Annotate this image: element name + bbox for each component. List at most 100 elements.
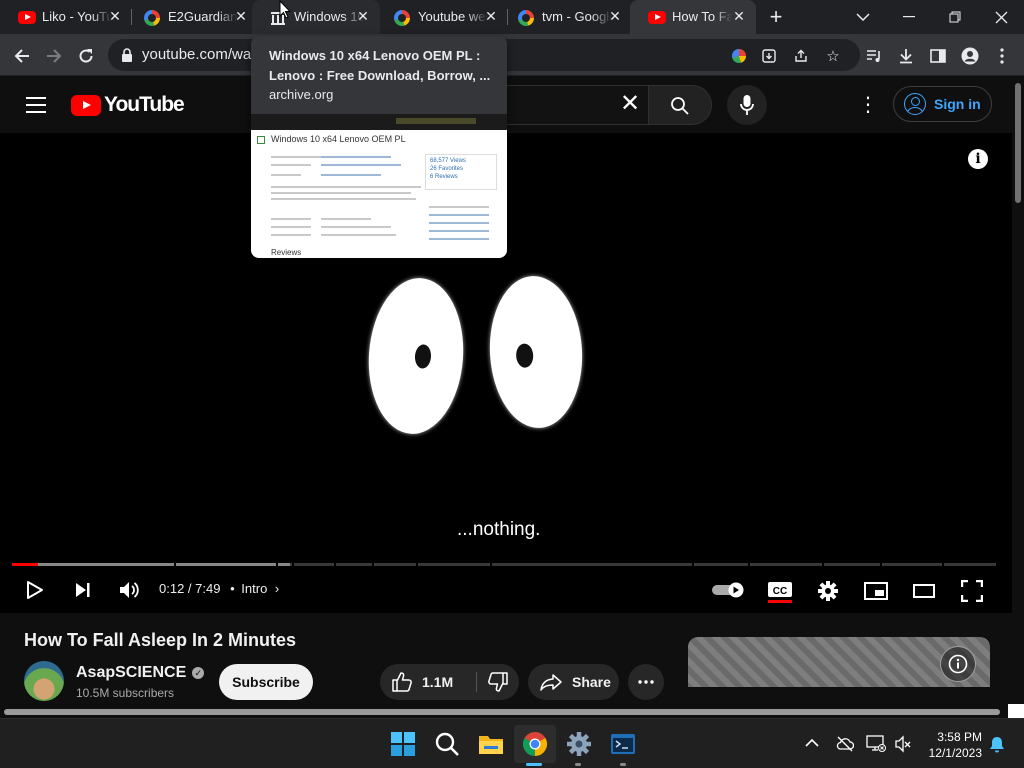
channel-avatar[interactable]	[24, 661, 64, 701]
vertical-scrollbar[interactable]	[1012, 77, 1024, 706]
close-icon[interactable]: ✕	[606, 7, 624, 25]
tab-windows-lenovo[interactable]: Windows 10 x64 Lenovo OEM PL ✕	[252, 0, 380, 34]
play-button[interactable]	[22, 577, 48, 603]
tab-liko-youtube[interactable]: Liko - YouTube ✕	[0, 0, 132, 34]
close-icon[interactable]: ✕	[482, 7, 500, 25]
reload-button[interactable]	[72, 42, 100, 70]
scrollbar-thumb[interactable]	[4, 709, 1000, 715]
preview-text-line	[271, 186, 421, 188]
minimize-button[interactable]	[886, 0, 932, 34]
terminal-icon[interactable]	[610, 731, 636, 757]
clear-search-icon[interactable]: ✕	[618, 92, 642, 117]
downloads-button[interactable]	[892, 42, 920, 70]
miniplayer-button[interactable]	[862, 578, 890, 604]
arrow-right-icon	[47, 49, 62, 63]
system-clock[interactable]: 3:58 PM 12/1/2023	[926, 729, 982, 761]
profile-button[interactable]	[956, 42, 984, 70]
close-icon[interactable]: ✕	[106, 7, 124, 25]
theater-mode-icon	[913, 584, 935, 598]
onedrive-offline-icon[interactable]	[836, 736, 854, 752]
preview-text-line	[429, 206, 489, 208]
channel-name[interactable]: AsapSCIENCE ✓	[76, 664, 205, 682]
tab-search-button[interactable]	[840, 0, 886, 34]
close-icon[interactable]: ✕	[232, 7, 250, 25]
arrow-left-icon	[14, 49, 29, 63]
media-controls-button[interactable]	[860, 42, 888, 70]
mute-button[interactable]	[116, 577, 142, 603]
browser-menu-button[interactable]	[988, 42, 1016, 70]
cartoon-eye-right	[486, 273, 586, 431]
youtube-icon	[648, 11, 666, 24]
more-actions-button[interactable]	[628, 664, 664, 700]
subscribe-button[interactable]: Subscribe	[219, 664, 313, 700]
voice-search-button[interactable]	[727, 85, 767, 125]
search-button[interactable]	[648, 85, 712, 125]
tab-title: E2Guardian	[168, 9, 238, 24]
subtitles-button[interactable]: CC	[766, 579, 794, 605]
preview-text-line	[271, 192, 411, 194]
new-tab-button[interactable]: +	[762, 3, 790, 31]
settings-icon[interactable]	[566, 731, 592, 757]
search-icon[interactable]	[434, 731, 460, 757]
thumbs-down-icon	[488, 672, 508, 692]
playlist-music-icon	[867, 50, 880, 62]
chevron-right-icon: ›	[274, 581, 280, 596]
preview-text-line	[271, 164, 311, 166]
theater-mode-button[interactable]	[910, 578, 938, 604]
horizontal-scrollbar[interactable]	[0, 704, 1024, 718]
like-count: 1.1M	[422, 674, 454, 690]
search-icon	[671, 97, 689, 115]
ad-info-button[interactable]	[940, 646, 976, 682]
share-button[interactable]: Share	[528, 664, 619, 700]
tab-how-to-fall-asleep[interactable]: How To Fall Asleep ✕	[630, 0, 756, 34]
scrollbar-thumb[interactable]	[1015, 83, 1021, 203]
next-button[interactable]	[70, 577, 96, 603]
closed-captions-icon: CC	[768, 582, 792, 603]
chapter-marker	[292, 563, 294, 566]
close-icon[interactable]: ✕	[730, 7, 748, 25]
tab-tvm-google[interactable]: tvm - Google Search ✕	[500, 0, 632, 34]
settings-button[interactable]	[815, 578, 841, 604]
chapter-title-button[interactable]: Intro	[241, 581, 267, 596]
dislike-button[interactable]	[478, 664, 519, 700]
preview-stat: 6 Reviews	[430, 174, 458, 180]
divider	[476, 672, 477, 692]
skip-next-icon	[76, 583, 90, 597]
chapter-marker	[174, 563, 176, 566]
network-icon[interactable]	[866, 735, 886, 753]
notification-bell-icon[interactable]	[988, 735, 1006, 753]
windows-start-icon[interactable]	[390, 731, 416, 757]
youtube-logo[interactable]: YouTube	[71, 93, 185, 116]
restore-icon	[949, 11, 961, 23]
fullscreen-icon	[961, 580, 983, 602]
like-button[interactable]: 1.1M	[380, 664, 476, 700]
fullscreen-button[interactable]	[958, 577, 986, 605]
restore-button[interactable]	[932, 0, 978, 34]
share-icon[interactable]	[790, 45, 812, 67]
info-icon[interactable]: i	[968, 149, 988, 169]
svg-text:CC: CC	[773, 586, 787, 597]
google-lens-icon[interactable]	[728, 45, 750, 67]
settings-kebab-icon[interactable]: ⋮	[858, 94, 878, 116]
subscriber-count: 10.5M subscribers	[76, 686, 175, 700]
progress-bar[interactable]	[12, 563, 996, 566]
chapter-marker	[880, 563, 882, 566]
side-panel-button[interactable]	[924, 42, 952, 70]
file-explorer-icon[interactable]	[478, 731, 504, 757]
sign-in-button[interactable]: Sign in	[893, 86, 992, 122]
volume-muted-icon[interactable]	[894, 735, 912, 753]
close-icon[interactable]: ✕	[354, 7, 372, 25]
tab-youtube-web[interactable]: Youtube web ✕	[376, 0, 508, 34]
install-app-icon[interactable]	[758, 45, 780, 67]
star-icon[interactable]: ☆	[822, 45, 844, 67]
autoplay-toggle[interactable]	[712, 579, 746, 601]
window-close-button[interactable]	[978, 0, 1024, 34]
tab-e2guardian[interactable]: E2Guardian ✕	[126, 0, 258, 34]
time-separator: /	[184, 581, 196, 596]
back-button[interactable]	[8, 42, 36, 70]
forward-button[interactable]	[40, 42, 68, 70]
chrome-taskbar-button[interactable]	[514, 725, 556, 763]
hamburger-menu-icon[interactable]	[26, 97, 46, 113]
kebab-menu-icon	[1000, 48, 1004, 64]
chevron-up-icon[interactable]	[804, 736, 820, 750]
